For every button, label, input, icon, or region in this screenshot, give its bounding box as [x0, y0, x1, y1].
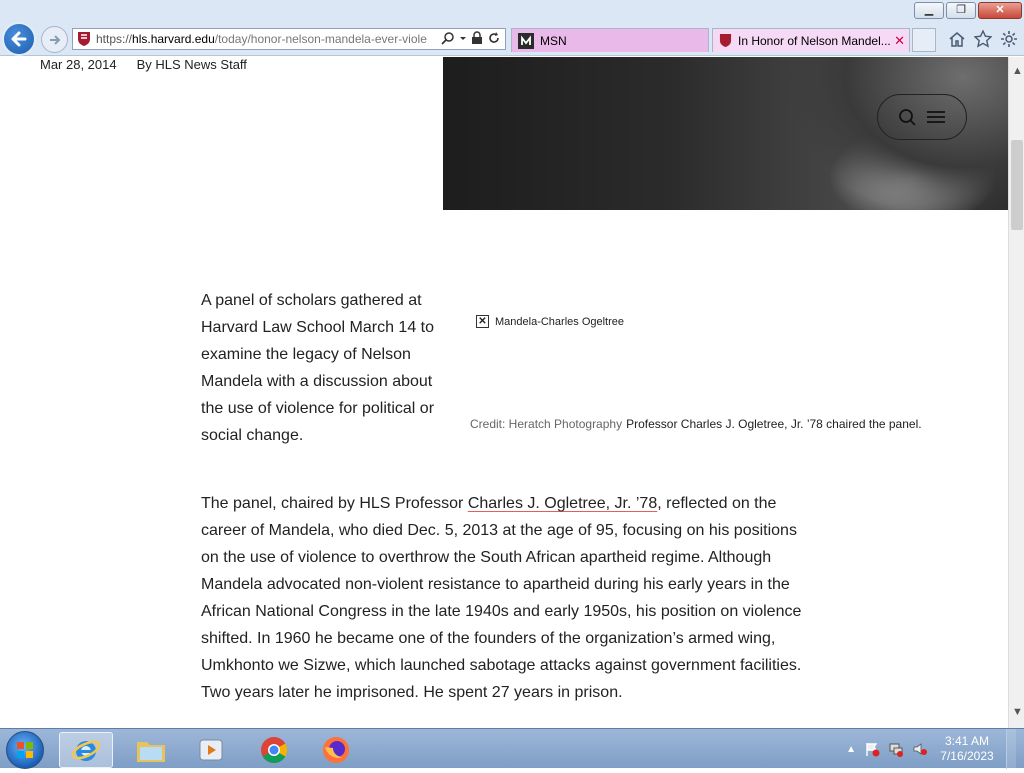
windows-logo-icon — [17, 742, 33, 758]
article-byline: Mar 28, 2014 By HLS News Staff — [40, 57, 247, 72]
media-player-icon — [199, 739, 223, 761]
action-center-flag-icon[interactable] — [864, 741, 880, 757]
window-controls: ▁ ❐ ✕ — [914, 2, 1022, 19]
show-desktop-button[interactable] — [1006, 729, 1016, 769]
search-icon[interactable] — [441, 31, 455, 45]
scroll-up-arrow-icon[interactable]: ▲ — [1012, 65, 1023, 77]
figure-alt-text: Mandela-Charles Ogeltree — [495, 315, 625, 328]
clock-time: 3:41 AM — [944, 734, 990, 748]
caption-text: Professor Charles J. Ogletree, Jr. ’78 c… — [626, 417, 922, 431]
article-intro: A panel of scholars gathered at Harvard … — [201, 292, 435, 444]
lock-icon[interactable] — [471, 31, 483, 45]
close-window-button[interactable]: ✕ — [978, 2, 1022, 19]
url-path: /today/honor-nelson-mandela-ever-viole — [214, 32, 427, 46]
figure-image: ✕ Mandela-Charles Ogeltree — [476, 315, 990, 328]
address-bar-icons — [437, 31, 501, 45]
favorites-star-icon[interactable] — [974, 30, 992, 48]
site-menu-button[interactable] — [877, 94, 967, 140]
internet-explorer-icon — [71, 740, 101, 761]
firefox-icon — [323, 737, 349, 763]
start-button[interactable] — [6, 731, 44, 769]
settings-gear-icon[interactable] — [1000, 30, 1018, 48]
volume-muted-icon[interactable] — [912, 741, 928, 757]
system-tray: ▲ 3:41 AM 7/16/2023 — [846, 729, 1024, 769]
minimize-button[interactable]: ▁ — [914, 2, 944, 19]
home-icon[interactable] — [948, 30, 966, 48]
tab-active[interactable]: In Honor of Nelson Mandel... ✕ — [712, 28, 910, 52]
forward-arrow-icon — [49, 34, 60, 45]
browser-toolbar — [948, 30, 1018, 48]
tab-label-msn: MSN — [540, 33, 567, 48]
restore-button[interactable]: ❐ — [946, 2, 976, 19]
url-prefix: https:// — [96, 32, 133, 46]
taskbar-media-player[interactable] — [184, 732, 238, 768]
vertical-scrollbar[interactable]: ▲ ▼ — [1008, 57, 1024, 728]
browser-chrome: ▁ ❐ ✕ https:// hls.harvard.edu /today/ho… — [0, 0, 1024, 56]
refresh-icon[interactable] — [487, 31, 501, 45]
search-icon — [899, 109, 916, 126]
figure-caption: Credit: Heratch Photography Professor Cha… — [470, 417, 922, 431]
body-text-after-link: , reflected on the career of Mandela, wh… — [201, 495, 802, 701]
back-button[interactable] — [2, 22, 36, 56]
forward-button[interactable] — [41, 26, 68, 53]
hamburger-menu-icon — [927, 111, 945, 123]
tab-msn[interactable]: MSN — [511, 28, 709, 52]
system-clock[interactable]: 3:41 AM 7/16/2023 — [936, 734, 998, 764]
body-text-before-link: The panel, chaired by HLS Professor — [201, 495, 468, 512]
back-arrow-icon — [11, 31, 27, 47]
network-icon[interactable] — [888, 741, 904, 757]
article-figure: ✕ Mandela-Charles Ogeltree Credit: Herat… — [470, 315, 990, 431]
taskbar: ▲ 3:41 AM 7/16/2023 — [0, 728, 1024, 769]
harvard-shield-icon — [719, 34, 732, 47]
close-tab-icon[interactable]: ✕ — [894, 33, 905, 49]
broken-image-icon: ✕ — [476, 315, 489, 328]
taskbar-file-explorer[interactable] — [124, 732, 178, 768]
taskbar-internet-explorer[interactable] — [59, 732, 113, 768]
show-hidden-icons-icon[interactable]: ▲ — [846, 744, 856, 755]
article-date: Mar 28, 2014 — [40, 57, 117, 72]
scroll-down-arrow-icon[interactable]: ▼ — [1012, 706, 1023, 718]
new-tab-button[interactable] — [912, 28, 936, 52]
ogletree-profile-link[interactable]: Charles J. Ogletree, Jr. ’78 — [468, 495, 657, 512]
harvard-shield-icon — [78, 32, 90, 46]
hero-image — [443, 57, 1008, 210]
url-domain: hls.harvard.edu — [132, 32, 215, 46]
address-bar[interactable]: https:// hls.harvard.edu /today/honor-ne… — [72, 28, 506, 50]
page-viewport: Mar 28, 2014 By HLS News Staff A panel of… — [0, 57, 1008, 728]
article-author: By HLS News Staff — [136, 57, 247, 72]
article-body-paragraph: The panel, chaired by HLS Professor Char… — [201, 490, 806, 706]
chrome-icon — [261, 737, 288, 764]
clock-date: 7/16/2023 — [940, 749, 994, 763]
msn-icon — [518, 32, 534, 49]
taskbar-chrome[interactable] — [247, 732, 301, 768]
dropdown-arrow-icon[interactable] — [459, 31, 467, 45]
tab-label-active: In Honor of Nelson Mandel... — [738, 33, 891, 48]
taskbar-firefox[interactable] — [309, 732, 363, 768]
folder-icon — [137, 742, 165, 762]
scroll-thumb[interactable] — [1011, 140, 1023, 230]
photo-credit: Credit: Heratch Photography — [470, 417, 623, 431]
